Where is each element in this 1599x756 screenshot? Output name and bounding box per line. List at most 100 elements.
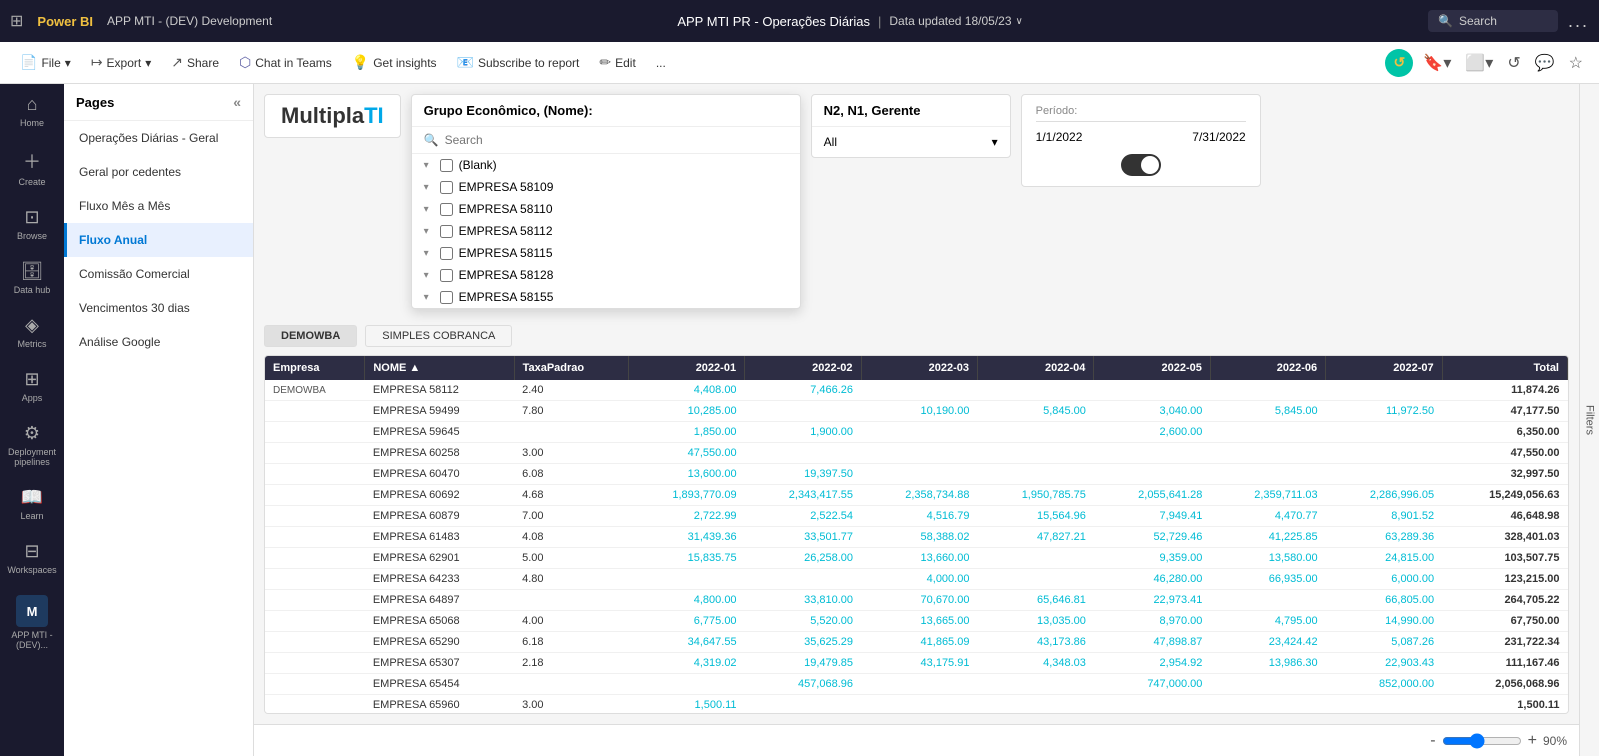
search-box[interactable]: 🔍 Search — [1428, 10, 1558, 32]
page-item-fluxo-anual[interactable]: Fluxo Anual — [64, 223, 253, 257]
checkbox-blank[interactable] — [440, 159, 453, 172]
page-item-comissao[interactable]: Comissão Comercial — [64, 257, 253, 291]
page-item-fluxo-mes[interactable]: Fluxo Mês a Mês — [64, 189, 253, 223]
sidebar-item-deployment[interactable]: ⚙ Deployment pipelines — [0, 413, 64, 477]
chat-btn[interactable]: ⬡ Chat in Teams — [231, 50, 340, 75]
table-cell — [1210, 443, 1325, 464]
sidebar-item-workspaces[interactable]: ⊟ Workspaces — [0, 531, 64, 585]
filter-item-58112[interactable]: ▾ EMPRESA 58112 — [412, 220, 800, 242]
browse-icon: ⊡ — [24, 207, 39, 228]
col-2022-05: 2022-05 — [1094, 356, 1210, 380]
filters-sidebar[interactable]: Filters — [1579, 84, 1599, 756]
filter-item-58109[interactable]: ▾ EMPRESA 58109 — [412, 176, 800, 198]
table-cell — [745, 401, 861, 422]
filter-item-58128[interactable]: ▾ EMPRESA 58128 — [412, 264, 800, 286]
table-cell — [745, 569, 861, 590]
table-cell — [745, 443, 861, 464]
table-cell: 2,343,417.55 — [745, 485, 861, 506]
grupo-economico-search-input[interactable] — [445, 133, 788, 147]
table-row: EMPRESA 596451,850.001,900.002,600.006,3… — [265, 422, 1568, 443]
star-btn[interactable]: ☆ — [1565, 49, 1587, 77]
sidebar-item-learn[interactable]: 📖 Learn — [0, 477, 64, 531]
page-item-operacoes[interactable]: Operações Diárias - Geral — [64, 121, 253, 155]
zoom-slider[interactable] — [1442, 733, 1522, 749]
edit-btn[interactable]: ✏ Edit — [591, 50, 643, 75]
datahub-icon: 🗄 — [21, 261, 44, 282]
table-row: EMPRESA 604706.0813,600.0019,397.5032,99… — [265, 464, 1568, 485]
table-cell — [1210, 464, 1325, 485]
zoom-plus-btn[interactable]: + — [1528, 732, 1537, 750]
sidebar-item-metrics[interactable]: ◈ Metrics — [0, 305, 64, 359]
sidebar-item-deployment-label: Deployment pipelines — [4, 447, 60, 467]
collapse-pages-btn[interactable]: « — [233, 94, 241, 110]
sub-bar: 📄 File ▾ ↦ Export ▾ ↗ Share ⬡ Chat in Te… — [0, 42, 1599, 84]
grupo-economico-search-box[interactable]: 🔍 — [412, 127, 800, 154]
n2-filter-select[interactable]: All ▾ — [812, 127, 1010, 157]
periodo-dates: 1/1/2022 7/31/2022 — [1036, 130, 1246, 144]
periodo-toggle[interactable] — [1036, 154, 1246, 176]
table-cell: 1,500.11 — [1442, 695, 1567, 715]
fullscreen-btn[interactable]: ⬜▾ — [1461, 49, 1497, 77]
sidebar-item-datahub[interactable]: 🗄 Data hub — [0, 251, 64, 305]
periodo-end[interactable]: 7/31/2022 — [1192, 130, 1245, 144]
grupo-economico-header: Grupo Econômico, (Nome): — [412, 95, 800, 127]
sidebar-item-apps[interactable]: ⊞ Apps — [0, 359, 64, 413]
subbar-more-btn[interactable]: ... — [648, 52, 674, 74]
toggle-switch[interactable] — [1121, 154, 1161, 176]
table-cell: EMPRESA 60692 — [365, 485, 514, 506]
table-cell: 6,000.00 — [1326, 569, 1442, 590]
table-cell: DEMOWBA — [265, 380, 365, 401]
share-btn[interactable]: ↗ Share — [163, 50, 227, 75]
sidebar-item-app-mti[interactable]: M APP MTI - (DEV)... — [0, 585, 64, 660]
sidebar-item-home[interactable]: ⌂ Home — [0, 84, 64, 138]
checkbox-58155[interactable] — [440, 291, 453, 304]
comment-btn[interactable]: 💬 — [1531, 49, 1559, 77]
checkbox-58110[interactable] — [440, 203, 453, 216]
main-layout: ⌂ Home ＋ Create ⊡ Browse 🗄 Data hub ◈ Me… — [0, 84, 1599, 756]
empresa-btn-simples[interactable]: SIMPLES COBRANCA — [365, 325, 512, 347]
page-item-vencimentos[interactable]: Vencimentos 30 dias — [64, 291, 253, 325]
subscribe-btn[interactable]: 📧 Subscribe to report — [449, 50, 588, 75]
table-cell: 3.00 — [514, 695, 628, 715]
table-cell: 22,973.41 — [1094, 590, 1210, 611]
page-item-geral[interactable]: Geral por cedentes — [64, 155, 253, 189]
col-2022-02: 2022-02 — [745, 356, 861, 380]
sidebar-item-create[interactable]: ＋ Create — [0, 138, 64, 197]
zoom-minus-btn[interactable]: - — [1430, 732, 1435, 750]
checkbox-58115[interactable] — [440, 247, 453, 260]
empresa-buttons: DEMOWBA SIMPLES COBRANCA — [264, 325, 1569, 347]
sidebar-item-browse[interactable]: ⊡ Browse — [0, 197, 64, 251]
table-cell: 4,795.00 — [1210, 611, 1325, 632]
export-btn[interactable]: ↦ Export ▾ — [83, 50, 159, 75]
table-row: EMPRESA 652906.1834,647.5535,625.2941,86… — [265, 632, 1568, 653]
filter-item-58110[interactable]: ▾ EMPRESA 58110 — [412, 198, 800, 220]
filter-item-blank[interactable]: ▾ (Blank) — [412, 154, 800, 176]
filter-item-58115[interactable]: ▾ EMPRESA 58115 — [412, 242, 800, 264]
insights-btn[interactable]: 💡 Get insights — [344, 50, 445, 75]
periodo-start[interactable]: 1/1/2022 — [1036, 130, 1083, 144]
sidebar-item-home-label: Home — [20, 118, 44, 128]
table-cell: EMPRESA 65068 — [365, 611, 514, 632]
more-options-btn[interactable]: ... — [1568, 11, 1589, 32]
table-cell: 66,935.00 — [1210, 569, 1325, 590]
refresh-btn[interactable]: ↺ — [1503, 49, 1524, 77]
home-icon: ⌂ — [27, 94, 38, 115]
checkbox-58109[interactable] — [440, 181, 453, 194]
bookmark-btn[interactable]: 🔖▾ — [1419, 49, 1455, 77]
file-btn[interactable]: 📄 File ▾ — [12, 50, 79, 75]
app-refresh-btn[interactable]: ↺ — [1385, 49, 1413, 77]
table-header-row: Empresa NOME ▲ TaxaPadrao 2022-01 2022-0… — [265, 356, 1568, 380]
checkbox-58112[interactable] — [440, 225, 453, 238]
table-cell — [265, 611, 365, 632]
table-cell — [514, 422, 628, 443]
table-cell: 4.00 — [514, 611, 628, 632]
data-table: Empresa NOME ▲ TaxaPadrao 2022-01 2022-0… — [265, 356, 1568, 714]
table-row: EMPRESA 602583.0047,550.0047,550.00 — [265, 443, 1568, 464]
page-item-analise[interactable]: Análise Google — [64, 325, 253, 359]
create-icon: ＋ — [23, 148, 41, 174]
filter-item-58155[interactable]: ▾ EMPRESA 58155 — [412, 286, 800, 308]
empresa-btn-demowba[interactable]: DEMOWBA — [264, 325, 357, 347]
checkbox-58128[interactable] — [440, 269, 453, 282]
table-cell: 6.18 — [514, 632, 628, 653]
data-updated-chevron[interactable]: ∨ — [1016, 16, 1023, 27]
